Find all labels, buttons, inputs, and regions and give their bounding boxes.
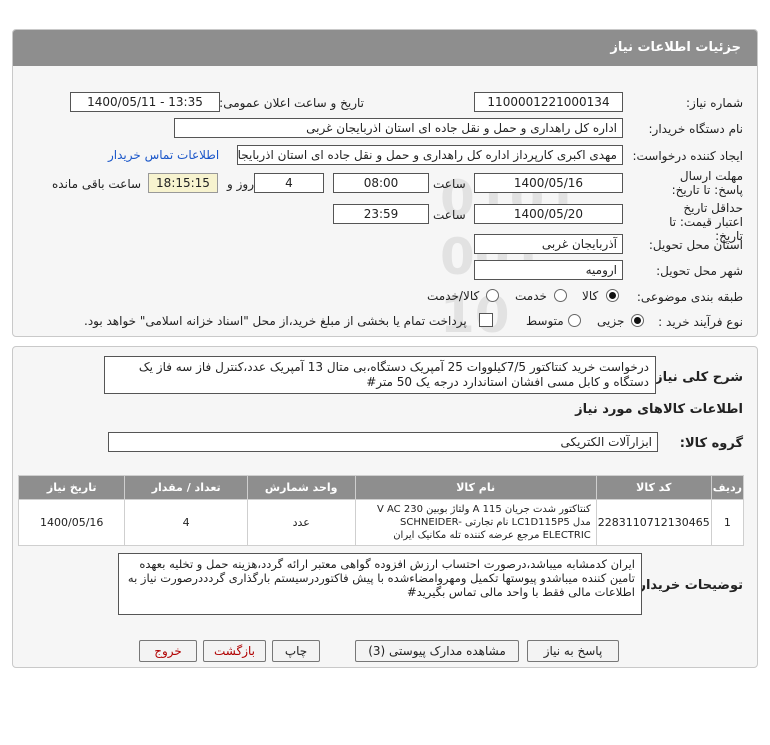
print-button[interactable]: چاپ <box>272 640 320 662</box>
goods-info-heading: اطلاعات کالاهای مورد نیاز <box>575 402 743 417</box>
need-number-label: شماره نیاز: <box>686 96 743 110</box>
reply-time-label: ساعت <box>433 177 466 191</box>
requester-field: مهدی اکبری کارپرداز اداره کل راهداری و ح… <box>237 145 623 165</box>
treasury-payment-note: پرداخت تمام یا بخشی از مبلغ خرید،از محل … <box>84 314 467 328</box>
category-radio-goods[interactable] <box>606 289 619 302</box>
days-remaining-field: 4 <box>254 173 324 193</box>
validity-date-field: 1400/05/20 <box>474 204 623 224</box>
buyer-notes-label: توضیحات خریدار: <box>633 578 743 593</box>
page-title: جزئیات اطلاعات نیاز <box>13 30 757 66</box>
category-radio-goods-service[interactable] <box>486 289 499 302</box>
reply-time-field: 08:00 <box>333 173 429 193</box>
col-header-code: کد کالا <box>595 475 712 500</box>
cell-date: 1400/05/16 <box>17 499 126 546</box>
category-label: طبقه بندی موضوعی: <box>636 290 743 304</box>
process-radio-minor[interactable] <box>631 314 644 327</box>
price-validity-label: حداقل تاریخ اعتبار قیمت: تا تاریخ: <box>669 201 743 243</box>
delivery-province-label: استان محل تحویل: <box>648 238 743 252</box>
buyer-org-label: نام دستگاه خریدار: <box>648 122 744 136</box>
col-header-qty: تعداد / مقدار <box>124 475 248 500</box>
delivery-city-label: شهر محل تحویل: <box>656 264 743 278</box>
treasury-payment-checkbox[interactable] <box>479 313 493 327</box>
col-header-name: نام کالا <box>354 475 597 500</box>
reply-date-field: 1400/05/16 <box>474 173 623 193</box>
cell-name: کنتاکتور شدت جریان A 115 ولتاژ بوبین V A… <box>354 499 597 546</box>
announce-datetime-label: تاریخ و ساعت اعلان عمومی: <box>219 96 364 110</box>
category-option-goods-service: کالا/خدمت <box>427 289 480 303</box>
goods-group-label: گروه کالا: <box>679 436 743 451</box>
cell-code: 2283110712130465 <box>595 499 712 546</box>
delivery-province-field: آذربایجان غربی <box>474 234 623 254</box>
cell-qty: 4 <box>124 499 248 546</box>
remaining-time-field: 18:15:15 <box>148 173 218 193</box>
category-option-service: خدمت <box>515 289 547 303</box>
process-type-label: نوع فرآیند خرید : <box>658 315 743 329</box>
need-number-field: 1100001221000134 <box>474 92 623 112</box>
category-radio-service[interactable] <box>554 289 567 302</box>
process-radio-medium[interactable] <box>568 314 581 327</box>
validity-time-field: 23:59 <box>333 204 429 224</box>
remaining-label: ساعت باقی مانده <box>52 177 142 191</box>
category-option-goods: کالا <box>582 289 599 303</box>
validity-time-label: ساعت <box>433 208 466 222</box>
process-option-medium: متوسط <box>526 314 564 328</box>
general-description-field: درخواست خرید کنتاکتور 7/5کیلووات 25 آمپر… <box>104 356 656 394</box>
goods-table: ردیف کد کالا نام کالا واحد شمارش تعداد /… <box>17 475 745 546</box>
buyer-contact-link[interactable]: اطلاعات تماس خریدار <box>108 148 219 162</box>
cell-row: 1 <box>710 499 745 546</box>
reply-deadline-label: مهلت ارسال پاسخ: تا تاریخ: <box>671 169 743 197</box>
buyer-notes-field: ایران کدمشابه میباشد،درصورت احتساب ارزش … <box>118 553 642 615</box>
goods-table-header: ردیف کد کالا نام کالا واحد شمارش تعداد /… <box>17 475 745 500</box>
days-and-label: روز و <box>227 177 254 191</box>
col-header-row: ردیف <box>710 475 745 500</box>
back-button[interactable]: بازگشت <box>203 640 266 662</box>
delivery-city-field: ارومیه <box>474 260 623 280</box>
requester-label: ایجاد کننده درخواست: <box>632 149 743 163</box>
col-header-unit: واحد شمارش <box>246 475 356 500</box>
announce-datetime-field: 1400/05/11 - 13:35 <box>70 92 220 112</box>
col-header-date: تاریخ نیاز <box>17 475 126 500</box>
reply-button[interactable]: پاسخ به نیاز <box>527 640 619 662</box>
cell-unit: عدد <box>246 499 356 546</box>
process-option-minor: جزیی <box>597 314 625 328</box>
goods-group-field: ابزارآلات الکتریکی <box>108 432 658 452</box>
table-row: 1 2283110712130465 کنتاکتور شدت جریان A … <box>17 499 745 546</box>
view-attachments-button[interactable]: مشاهده مدارک پیوستی (3) <box>355 640 519 662</box>
buyer-org-field: اداره کل راهداری و حمل و نقل جاده ای است… <box>174 118 623 138</box>
exit-button[interactable]: خروج <box>139 640 197 662</box>
general-description-label: شرح کلی نیاز: <box>649 370 743 385</box>
